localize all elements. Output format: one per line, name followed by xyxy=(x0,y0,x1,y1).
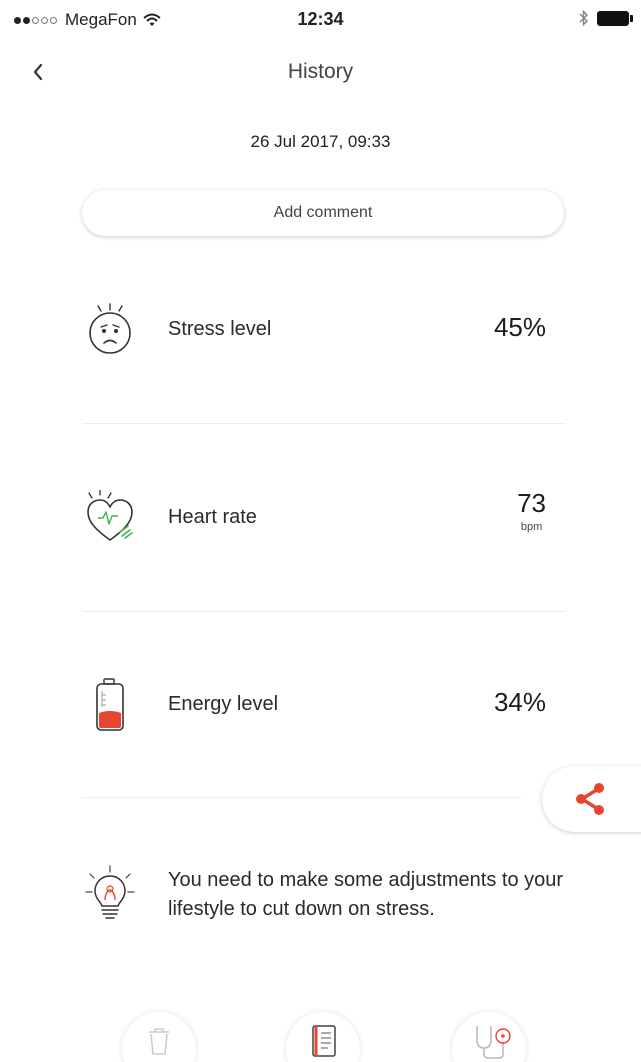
page-title: History xyxy=(287,60,354,83)
add-comment-button[interactable]: Add comment xyxy=(82,190,564,236)
metric-stress-level: Stress level 45% xyxy=(82,278,566,378)
lightbulb-icon xyxy=(85,865,135,919)
back-button[interactable] xyxy=(22,56,54,88)
metric-label: Stress level xyxy=(168,318,272,340)
divider xyxy=(82,797,522,798)
battery-level-icon xyxy=(96,678,124,731)
metric-value: 45% xyxy=(493,312,546,342)
notes-button[interactable] xyxy=(286,1012,360,1062)
battery-icon xyxy=(597,10,633,26)
chevron-left-icon xyxy=(33,63,43,81)
metric-label: Heart rate xyxy=(168,506,257,528)
metric-unit: bpm xyxy=(520,521,543,533)
trash-icon xyxy=(149,1028,169,1055)
metric-energy-level: Energy level 34% xyxy=(82,653,566,753)
metric-value-group: 73 bpm xyxy=(517,488,546,533)
status-bar: MegaFon 12:34 xyxy=(0,0,641,40)
divider xyxy=(82,423,566,424)
notebook-icon xyxy=(312,1025,336,1057)
record-date: 26 Jul 2017, 09:33 xyxy=(250,132,391,151)
share-button[interactable] xyxy=(542,766,641,832)
share-icon xyxy=(576,783,604,815)
delete-button[interactable] xyxy=(122,1012,196,1062)
metric-label: Energy level xyxy=(168,693,279,715)
worried-face-icon xyxy=(89,303,131,354)
metric-value: 73 xyxy=(517,488,546,518)
heart-pulse-icon xyxy=(87,490,133,541)
stethoscope-icon xyxy=(476,1026,511,1059)
bluetooth-icon xyxy=(579,10,589,26)
nav-bar: History xyxy=(0,48,641,96)
divider xyxy=(82,611,566,612)
status-right xyxy=(579,10,633,26)
metric-value: 34% xyxy=(493,687,546,717)
advice-text: You need to make some adjustments to you… xyxy=(168,869,564,920)
measure-button[interactable] xyxy=(452,1012,526,1062)
advice-tip: You need to make some adjustments to you… xyxy=(82,862,572,932)
status-time: 12:34 xyxy=(297,9,344,29)
metric-heart-rate: Heart rate 73 bpm xyxy=(82,466,566,566)
